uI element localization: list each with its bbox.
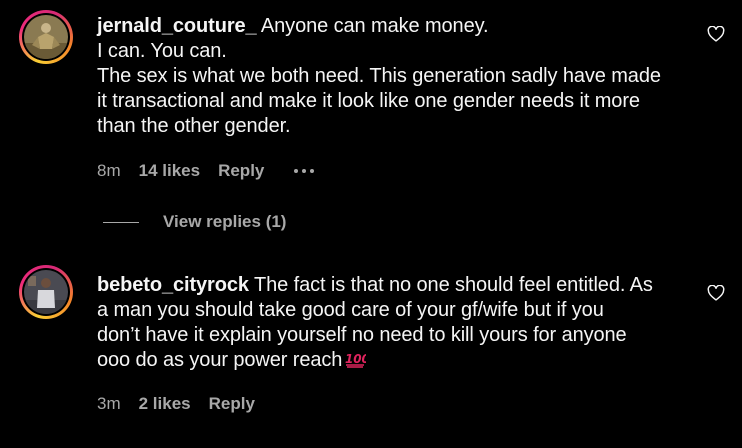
comment-meta: 8m 14 likes Reply [97,161,315,181]
reply-button[interactable]: Reply [209,394,255,414]
heart-outline-icon[interactable] [707,285,725,301]
comment-first-line: The fact is that no one should feel enti… [254,274,653,296]
comment-likes[interactable]: 14 likes [139,161,200,181]
comment-line: a man you should take good care of your … [97,299,604,321]
comment-username[interactable]: jernald_couture_ [97,15,257,37]
view-replies-button[interactable]: View replies (1) [103,212,286,232]
comment-time: 8m [97,161,121,180]
comment-line: it transactional and make it look like o… [97,90,640,112]
more-options-icon[interactable] [294,169,315,173]
comment-line: don’t have it explain yourself no need t… [97,324,627,346]
avatar[interactable] [19,10,73,64]
comment-time: 3m [97,394,121,413]
comment-line: ooo do as your power reach [97,349,343,371]
avatar-photo [24,270,68,314]
heart-outline-icon[interactable] [707,26,725,42]
comment-first-line: Anyone can make money. [260,15,489,37]
comment-likes[interactable]: 2 likes [139,394,191,414]
comment-text: bebeto_cityrock The fact is that no one … [97,273,697,373]
comment-line: I can. You can. [97,40,227,62]
svg-text:100: 100 [345,352,366,366]
comment-meta: 3m 2 likes Reply [97,394,285,414]
comment-line: than the other gender. [97,115,291,137]
comment-username[interactable]: bebeto_cityrock [97,274,249,296]
avatar-photo [24,15,68,59]
view-replies-label: View replies (1) [163,212,287,231]
comment-text: jernald_couture_ Anyone can make money. … [97,14,697,139]
reply-button[interactable]: Reply [218,161,264,181]
100-points-emoji: 100 [345,352,366,368]
divider [103,221,139,223]
comment-line: The sex is what we both need. This gener… [97,65,661,87]
avatar[interactable] [19,265,73,319]
